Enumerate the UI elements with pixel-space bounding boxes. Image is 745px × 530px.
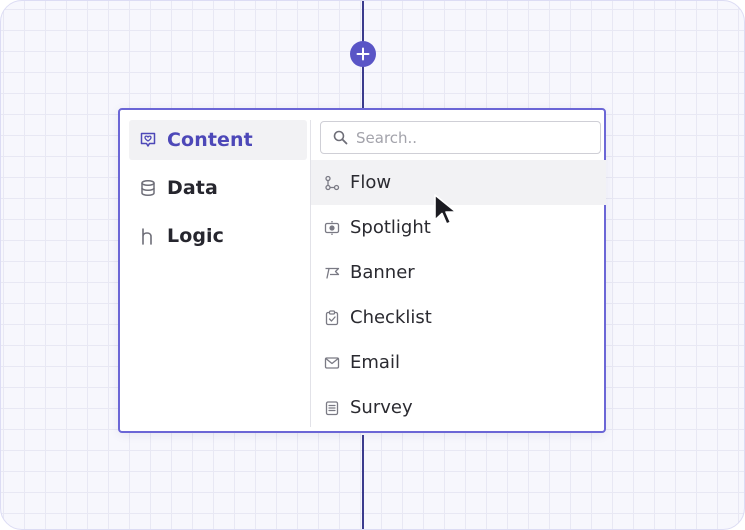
search-icon bbox=[333, 130, 348, 145]
add-step-button[interactable] bbox=[350, 41, 376, 67]
category-content[interactable]: Content bbox=[129, 120, 307, 160]
add-step-menu: Content Data Logic Search.. Flow Spotlig… bbox=[118, 108, 606, 433]
category-label: Content bbox=[167, 129, 253, 151]
item-label: Banner bbox=[350, 262, 415, 283]
branch-logic-icon bbox=[139, 227, 157, 245]
envelope-icon bbox=[324, 355, 340, 371]
item-label: Survey bbox=[350, 397, 413, 418]
checklist-icon bbox=[324, 309, 340, 326]
item-spotlight[interactable]: Spotlight bbox=[311, 205, 606, 250]
category-list: Content Data Logic bbox=[129, 120, 307, 264]
item-label: Checklist bbox=[350, 307, 432, 328]
item-flow[interactable]: Flow bbox=[311, 160, 606, 205]
category-data[interactable]: Data bbox=[129, 168, 307, 208]
item-label: Flow bbox=[350, 172, 392, 193]
content-item-list: Flow Spotlight Banner Checklist Email Su… bbox=[311, 160, 606, 430]
search-box[interactable] bbox=[320, 121, 601, 154]
category-logic[interactable]: Logic bbox=[129, 216, 307, 256]
spotlight-icon bbox=[324, 220, 340, 236]
item-banner[interactable]: Banner bbox=[311, 250, 606, 295]
item-email[interactable]: Email bbox=[311, 340, 606, 385]
item-checklist[interactable]: Checklist bbox=[311, 295, 606, 340]
connector-line-top bbox=[362, 1, 364, 43]
item-survey[interactable]: Survey bbox=[311, 385, 606, 430]
banner-flag-icon bbox=[324, 265, 340, 281]
plus-icon bbox=[356, 47, 370, 61]
heart-chat-icon bbox=[139, 131, 157, 149]
flow-canvas: Content Data Logic Search.. Flow Spotlig… bbox=[0, 0, 745, 530]
category-label: Data bbox=[167, 177, 218, 199]
category-label: Logic bbox=[167, 225, 225, 247]
connector-line-middle bbox=[362, 65, 364, 109]
item-label: Email bbox=[350, 352, 400, 373]
item-label: Spotlight bbox=[350, 217, 431, 238]
flow-icon bbox=[324, 175, 340, 191]
connector-line-bottom bbox=[362, 435, 364, 529]
survey-icon bbox=[324, 400, 340, 416]
database-icon bbox=[139, 179, 157, 197]
search-input[interactable] bbox=[354, 127, 588, 148]
